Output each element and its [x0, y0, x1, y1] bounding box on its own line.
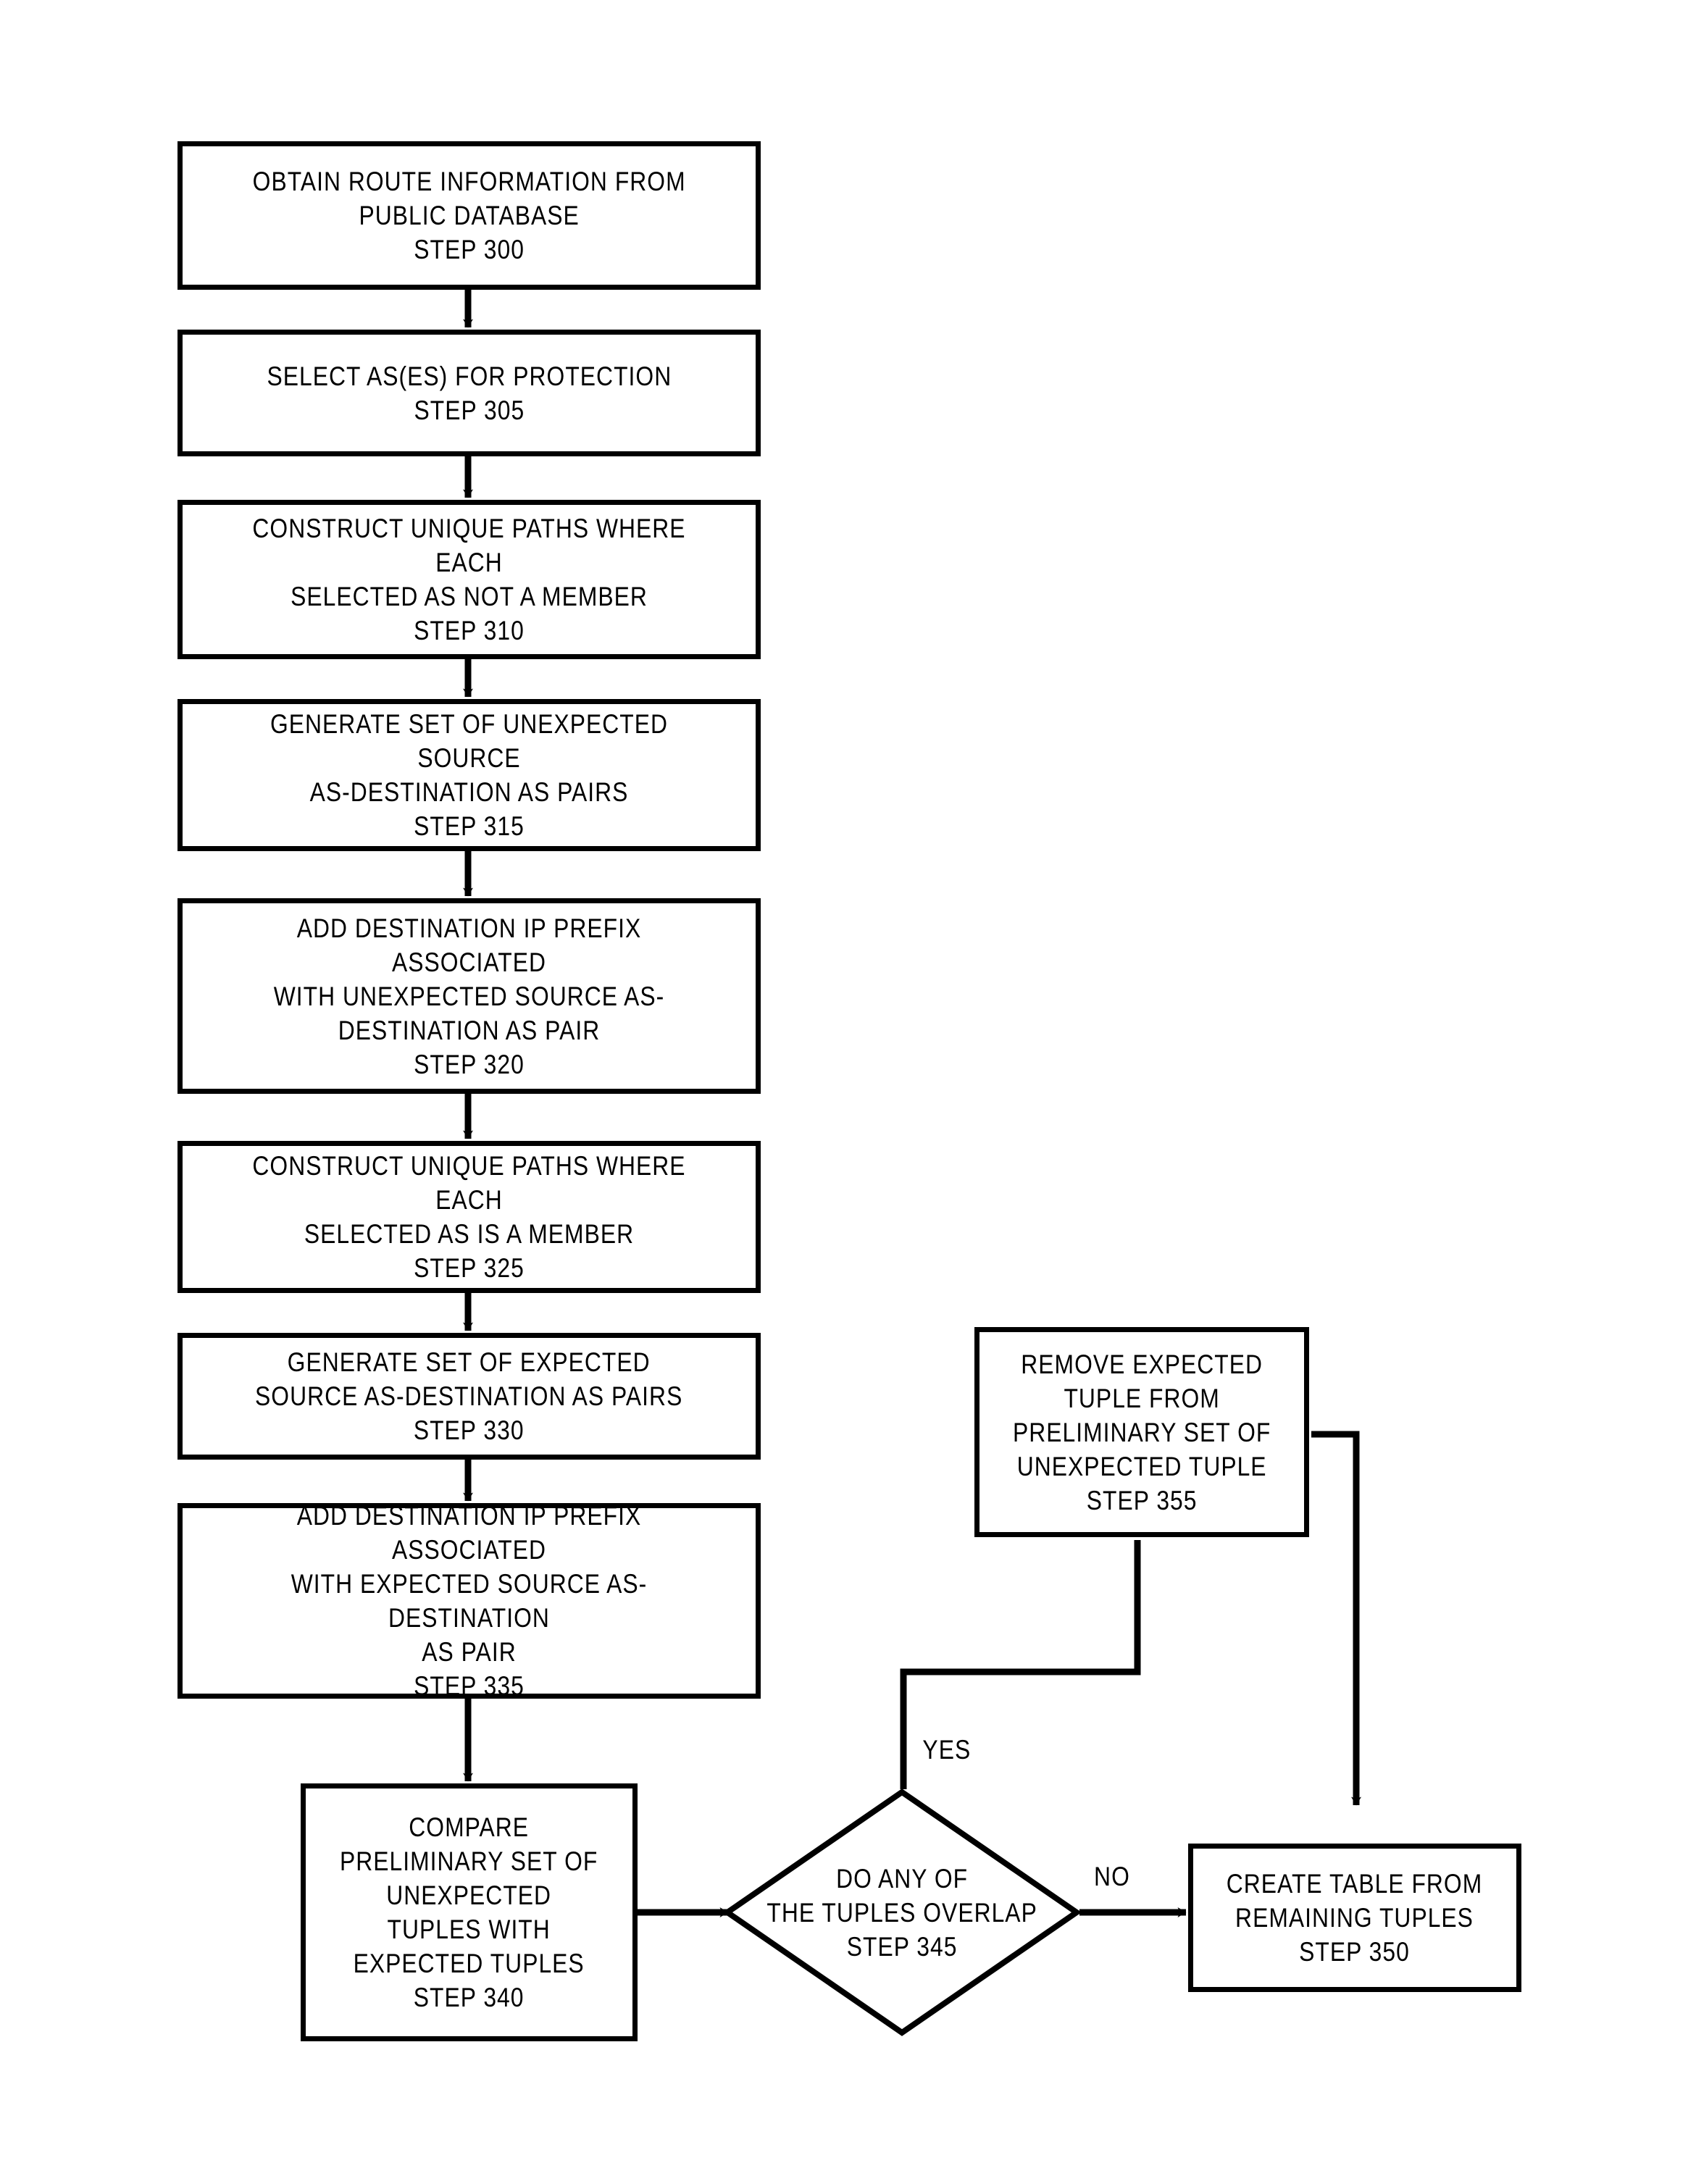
node-step-325-label: CONSTRUCT UNIQUE PATHS WHERE EACH SELECT…	[252, 1151, 686, 1283]
node-step-355-label: REMOVE EXPECTED TUPLE FROM PRELIMINARY S…	[1012, 1349, 1271, 1515]
node-step-335-label: ADD DESTINATION IP PREFIX ASSOCIATED WIT…	[291, 1501, 648, 1701]
node-step-320-label: ADD DESTINATION IP PREFIX ASSOCIATED WIT…	[273, 913, 665, 1079]
node-step-300[interactable]: OBTAIN ROUTE INFORMATION FROM PUBLIC DAT…	[177, 141, 761, 290]
node-step-330-label: GENERATE SET OF EXPECTED SOURCE AS-DESTI…	[255, 1347, 683, 1445]
node-step-305-label: SELECT AS(ES) FOR PROTECTION STEP 305	[267, 361, 672, 425]
edge-label-no: NO	[1094, 1862, 1130, 1891]
node-step-330[interactable]: GENERATE SET OF EXPECTED SOURCE AS-DESTI…	[177, 1333, 761, 1460]
node-step-340[interactable]: COMPARE PRELIMINARY SET OF UNEXPECTED TU…	[301, 1783, 638, 2041]
node-step-310-label: CONSTRUCT UNIQUE PATHS WHERE EACH SELECT…	[252, 514, 686, 645]
node-step-310[interactable]: CONSTRUCT UNIQUE PATHS WHERE EACH SELECT…	[177, 500, 761, 659]
node-step-320[interactable]: ADD DESTINATION IP PREFIX ASSOCIATED WIT…	[177, 898, 761, 1094]
node-step-300-label: OBTAIN ROUTE INFORMATION FROM PUBLIC DAT…	[252, 167, 686, 264]
node-step-340-label: COMPARE PRELIMINARY SET OF UNEXPECTED TU…	[340, 1812, 598, 2012]
node-step-335[interactable]: ADD DESTINATION IP PREFIX ASSOCIATED WIT…	[177, 1501, 761, 1701]
node-step-350-label: CREATE TABLE FROM REMAINING TUPLES STEP …	[1227, 1869, 1483, 1967]
node-step-355[interactable]: REMOVE EXPECTED TUPLE FROM PRELIMINARY S…	[974, 1327, 1309, 1537]
node-step-325[interactable]: CONSTRUCT UNIQUE PATHS WHERE EACH SELECT…	[177, 1141, 761, 1293]
node-step-350[interactable]: CREATE TABLE FROM REMAINING TUPLES STEP …	[1188, 1844, 1521, 1992]
flowchart-canvas: OBTAIN ROUTE INFORMATION FROM PUBLIC DAT…	[0, 0, 1696, 2184]
edge-label-yes: YES	[922, 1735, 972, 1765]
node-step-345[interactable]: DO ANY OF THE TUPLES OVERLAP STEP 345	[722, 1788, 1082, 2036]
node-step-315-label: GENERATE SET OF UNEXPECTED SOURCE AS-DES…	[270, 709, 669, 841]
node-step-305[interactable]: SELECT AS(ES) FOR PROTECTION STEP 305	[177, 330, 761, 456]
node-step-315[interactable]: GENERATE SET OF UNEXPECTED SOURCE AS-DES…	[177, 699, 761, 851]
